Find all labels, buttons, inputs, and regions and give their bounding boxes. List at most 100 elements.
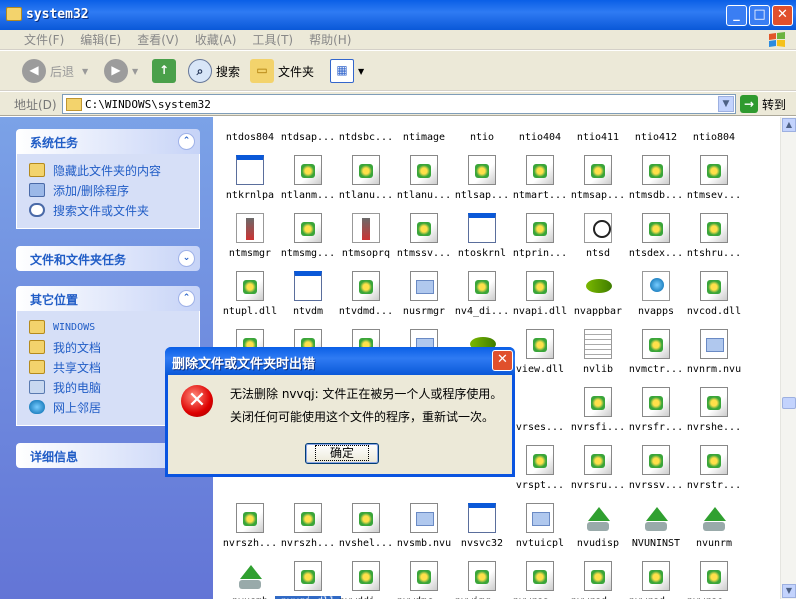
file-item[interactable]: ntshru... xyxy=(685,213,743,271)
file-item[interactable]: ntsdex... xyxy=(627,213,685,271)
menu-help[interactable]: 帮助(H) xyxy=(301,30,359,50)
file-item[interactable]: nvrszh... xyxy=(221,503,279,561)
file-item[interactable]: nvwddi... xyxy=(337,561,395,599)
file-item[interactable]: nvrsfr... xyxy=(627,387,685,445)
file-item[interactable]: ntmsoprq xyxy=(337,213,395,271)
menu-file[interactable]: 文件(F) xyxy=(16,30,72,50)
forward-button[interactable]: ▶ ▼ xyxy=(104,57,138,85)
menu-view[interactable]: 查看(V) xyxy=(129,30,187,50)
address-dropdown-icon[interactable]: ▼ xyxy=(718,96,734,112)
menu-favorites[interactable]: 收藏(A) xyxy=(187,30,245,50)
file-item[interactable]: ntsd xyxy=(569,213,627,271)
file-item[interactable]: ntdsap... xyxy=(279,117,337,155)
file-item[interactable]: nvusmb xyxy=(221,561,279,599)
file-item[interactable]: nvappbar xyxy=(569,271,627,329)
go-button[interactable]: → 转到 xyxy=(740,95,786,113)
file-item[interactable]: ntvdm xyxy=(279,271,337,329)
file-item[interactable]: nvnrm.nvu xyxy=(685,329,743,387)
file-item[interactable]: nvrstr... xyxy=(685,445,743,503)
file-item[interactable]: nvwrsa... xyxy=(511,561,569,599)
file-item[interactable]: nvmctr... xyxy=(627,329,685,387)
views-button[interactable]: ▦ ▼ xyxy=(330,57,364,85)
title-bar[interactable]: system32 _ □ ✕ xyxy=(0,0,796,30)
file-item[interactable]: nvwimg... xyxy=(453,561,511,599)
file-item[interactable]: nvlib xyxy=(569,329,627,387)
folders-button[interactable]: ▭ 文件夹 xyxy=(250,57,314,85)
file-item[interactable]: ntio412 xyxy=(627,117,685,155)
add-remove-programs-link[interactable]: 添加/删除程序 xyxy=(29,180,189,200)
file-item[interactable]: nv4_di... xyxy=(453,271,511,329)
collapse-chevron-icon[interactable]: ⌃ xyxy=(178,133,195,150)
file-item[interactable]: ntvdmd... xyxy=(337,271,395,329)
file-item[interactable]: nusrmgr xyxy=(395,271,453,329)
file-item[interactable]: ntmsev... xyxy=(685,155,743,213)
back-button[interactable]: ◀ 后退 ▼ xyxy=(22,57,88,85)
file-item[interactable]: view.dll xyxy=(511,329,569,387)
up-button[interactable]: ↑ xyxy=(152,57,180,85)
dialog-title-bar[interactable]: 删除文件或文件夹时出错 ✕ xyxy=(165,347,515,375)
scroll-thumb[interactable] xyxy=(782,397,796,409)
file-item[interactable]: ntmsdb... xyxy=(627,155,685,213)
file-item[interactable]: nvrszh... xyxy=(279,503,337,561)
file-item[interactable]: nvunrm xyxy=(685,503,743,561)
dialog-close-button[interactable]: ✕ xyxy=(492,350,513,371)
menu-tools[interactable]: 工具(T) xyxy=(244,30,301,50)
maximize-button[interactable]: □ xyxy=(749,5,770,26)
file-item[interactable]: nvvqj.dll xyxy=(275,561,341,599)
file-item[interactable]: nvrsfi... xyxy=(569,387,627,445)
expand-chevron-icon[interactable]: ⌄ xyxy=(178,250,195,267)
minimize-button[interactable]: _ xyxy=(726,5,747,26)
file-item[interactable]: nvshel... xyxy=(337,503,395,561)
file-item[interactable]: ntlsap... xyxy=(453,155,511,213)
scroll-up-icon[interactable]: ▲ xyxy=(782,118,796,132)
file-item[interactable]: nvapi.dll xyxy=(511,271,569,329)
file-item[interactable]: ntdsbc... xyxy=(337,117,395,155)
file-item[interactable]: ntkrnlpa xyxy=(221,155,279,213)
search-button[interactable]: ⌕ 搜索 xyxy=(188,57,240,85)
back-dropdown-icon[interactable]: ▼ xyxy=(82,67,88,76)
file-item[interactable]: ntlanm... xyxy=(279,155,337,213)
file-item[interactable]: nvwrse... xyxy=(685,561,743,599)
other-places-header[interactable]: 其它位置 ⌃ xyxy=(16,286,200,311)
file-item[interactable]: nvcod.dll xyxy=(685,271,743,329)
file-item[interactable]: ntimage xyxy=(395,117,453,155)
ok-button[interactable]: 确定 xyxy=(305,443,379,464)
file-item[interactable]: nvwdmc... xyxy=(395,561,453,599)
close-button[interactable]: ✕ xyxy=(772,5,793,26)
file-item[interactable]: nvsmb.nvu xyxy=(395,503,453,561)
file-item[interactable]: nvapps xyxy=(627,271,685,329)
file-item[interactable]: ntlanu... xyxy=(395,155,453,213)
file-item[interactable]: ntmssv... xyxy=(395,213,453,271)
file-item[interactable]: ntmsmg... xyxy=(279,213,337,271)
file-item[interactable]: ntio411 xyxy=(569,117,627,155)
collapse-chevron-icon[interactable]: ⌃ xyxy=(178,290,195,307)
file-item[interactable]: ntlanu... xyxy=(337,155,395,213)
scroll-down-icon[interactable]: ▼ xyxy=(782,584,796,598)
file-item[interactable]: nvwrsd... xyxy=(627,561,685,599)
file-item[interactable]: ntdos804 xyxy=(221,117,279,155)
file-item[interactable]: ntmsmgr xyxy=(221,213,279,271)
system-tasks-header[interactable]: 系统任务 ⌃ xyxy=(16,129,200,154)
file-item[interactable]: NVUNINST xyxy=(627,503,685,561)
search-files-link[interactable]: 搜索文件或文件夹 xyxy=(29,200,189,220)
file-item[interactable]: ntprin... xyxy=(511,213,569,271)
vertical-scrollbar[interactable]: ▲ ▼ xyxy=(780,117,796,599)
file-item[interactable]: ntupl.dll xyxy=(221,271,279,329)
file-item[interactable]: ntio xyxy=(453,117,511,155)
file-item[interactable]: ntio804 xyxy=(685,117,743,155)
file-item[interactable]: nvrssv... xyxy=(627,445,685,503)
file-item[interactable]: nvtuicpl xyxy=(511,503,569,561)
file-item[interactable]: vrspt... xyxy=(511,445,569,503)
windows-folder-link[interactable]: WINDOWS xyxy=(29,317,189,337)
file-item[interactable]: nvrshe... xyxy=(685,387,743,445)
file-item[interactable]: ntio404 xyxy=(511,117,569,155)
file-item[interactable]: nvrsru... xyxy=(569,445,627,503)
file-item[interactable]: vrses... xyxy=(511,387,569,445)
file-item[interactable]: nvwrsd... xyxy=(569,561,627,599)
forward-dropdown-icon[interactable]: ▼ xyxy=(132,67,138,76)
file-item[interactable]: nvudisp xyxy=(569,503,627,561)
menu-edit[interactable]: 编辑(E) xyxy=(72,30,129,50)
file-item[interactable]: nvsvc32 xyxy=(453,503,511,561)
file-item[interactable]: ntmsap... xyxy=(569,155,627,213)
file-tasks-header[interactable]: 文件和文件夹任务 ⌄ xyxy=(16,246,200,271)
